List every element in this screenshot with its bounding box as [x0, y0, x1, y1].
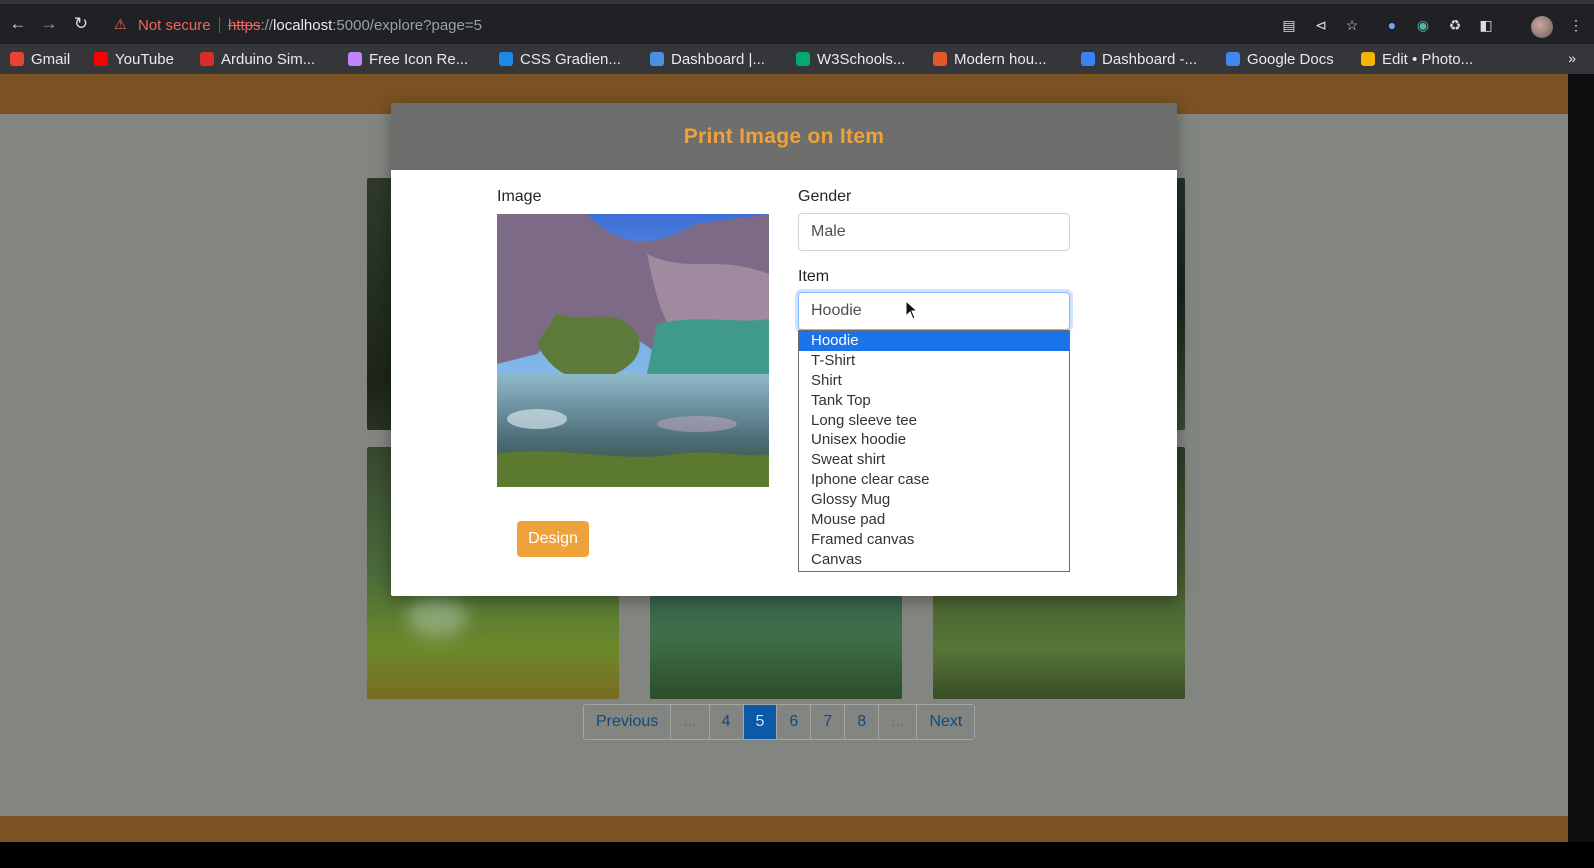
bookmark-label: W3Schools... — [817, 50, 906, 68]
item-label: Item — [798, 268, 830, 285]
extension-drop-icon[interactable]: ● — [1383, 16, 1401, 34]
bookmark-favicon-icon — [933, 52, 947, 66]
bookmark-label: CSS Gradien... — [520, 50, 621, 68]
side-panel-icon[interactable]: ◧ — [1477, 16, 1495, 34]
artwork-svg — [497, 214, 769, 487]
pagination-previous[interactable]: Previous — [584, 705, 672, 739]
bookmark-favicon-icon — [1226, 52, 1240, 66]
bookmark-favicon-icon — [499, 52, 513, 66]
bookmark-item[interactable]: Dashboard |... — [650, 48, 765, 70]
screen: ← → ↻ ⚠ Not secure https://localhost:500… — [0, 0, 1594, 868]
tab-search-icon[interactable]: ▤ — [1280, 16, 1298, 34]
pagination-page[interactable]: 8 — [845, 705, 880, 739]
url-rest: :5000/explore?page=5 — [332, 17, 482, 34]
item-option[interactable]: Mouse pad — [799, 510, 1069, 530]
item-option[interactable]: T-Shirt — [799, 351, 1069, 371]
bookmark-label: Dashboard -... — [1102, 50, 1198, 68]
address-separator — [219, 17, 220, 33]
pagination-page[interactable]: 4 — [709, 705, 744, 739]
waterfall-highlight — [407, 597, 467, 637]
bookmark-label: Arduino Sim... — [221, 50, 316, 68]
gender-field[interactable]: Male — [798, 213, 1070, 251]
page-scroll-gutter — [1568, 74, 1594, 842]
bookmark-label: Google Docs — [1247, 50, 1334, 68]
bookmark-favicon-icon — [650, 52, 664, 66]
menu-dots-icon[interactable]: ⋮ — [1567, 16, 1585, 34]
item-option[interactable]: Shirt — [799, 371, 1069, 391]
pagination-next[interactable]: Next — [917, 705, 975, 739]
modal-header: Print Image on Item — [391, 103, 1177, 170]
item-option[interactable]: Tank Top — [799, 391, 1069, 411]
bookmark-favicon-icon — [1081, 52, 1095, 66]
item-option[interactable]: Glossy Mug — [799, 490, 1069, 510]
selected-artwork-image — [497, 214, 769, 487]
mouse-cursor-icon — [905, 300, 919, 320]
reload-icon[interactable]: ↻ — [71, 14, 91, 34]
warning-triangle-icon: ⚠ — [114, 16, 127, 32]
explore-page: Previous... 4 5 6 7 8... Next Print Image on I… — [0, 74, 1568, 842]
pagination: Previous... 4 5 6 7 8... Next — [583, 704, 976, 740]
back-arrow-icon[interactable]: ← — [8, 14, 28, 34]
bookmark-favicon-icon — [796, 52, 810, 66]
bookmark-item[interactable]: Gmail — [10, 48, 70, 70]
forward-arrow-icon[interactable]: → — [39, 14, 59, 34]
bookmark-label: YouTube — [115, 50, 174, 68]
item-dropdown-list[interactable]: Hoodie T-Shirt Shirt Tank Top Long sleeve te… — [798, 330, 1070, 572]
site-footer-bar — [0, 816, 1568, 842]
gender-label: Gender — [798, 188, 852, 205]
item-select[interactable]: Hoodie — [798, 292, 1070, 330]
item-option[interactable]: Hoodie — [799, 331, 1069, 351]
bookmark-label: Edit • Photo... — [1382, 50, 1474, 68]
bookmark-item[interactable]: Dashboard -... — [1081, 48, 1197, 70]
item-option[interactable]: Unisex hoodie — [799, 430, 1069, 450]
item-option[interactable]: Framed canvas — [799, 530, 1069, 550]
image-label: Image — [497, 188, 542, 205]
bookmark-item[interactable]: Edit • Photo... — [1361, 48, 1473, 70]
extension-globe-icon[interactable]: ◉ — [1414, 16, 1432, 34]
pagination-page[interactable]: 6 — [777, 705, 812, 739]
bookmarks-bar: Gmail YouTube Arduino Sim... Free Icon Re..… — [0, 44, 1594, 74]
pagination-page[interactable]: 5 — [743, 705, 778, 739]
bookmark-favicon-icon — [94, 52, 108, 66]
bookmark-item[interactable]: CSS Gradien... — [499, 48, 621, 70]
bookmark-item[interactable]: W3Schools... — [796, 48, 905, 70]
bookmark-label: Dashboard |... — [671, 50, 765, 68]
bookmark-favicon-icon — [200, 52, 214, 66]
design-button[interactable]: Design — [517, 521, 589, 557]
url-scheme: https — [228, 17, 261, 34]
bookmark-favicon-icon — [10, 52, 24, 66]
bookmark-favicon-icon — [1361, 52, 1375, 66]
bookmark-label: Gmail — [31, 50, 71, 68]
profile-avatar[interactable] — [1531, 16, 1553, 38]
bookmark-item[interactable]: YouTube — [94, 48, 174, 70]
url-text: https://localhost:5000/explore?page=5 — [228, 17, 482, 34]
share-icon[interactable]: ⊲ — [1312, 16, 1330, 34]
item-option[interactable]: Canvas — [799, 550, 1069, 570]
bookmark-label: Free Icon Re... — [369, 50, 469, 68]
pagination-ellipsis: ... — [671, 705, 710, 739]
pagination-ellipsis: ... — [879, 705, 918, 739]
url-host: localhost — [273, 17, 333, 34]
bookmarks-overflow-chevron-icon[interactable]: » — [1568, 50, 1576, 66]
extensions-puzzle-icon[interactable]: ♻ — [1446, 16, 1464, 34]
item-option[interactable]: Long sleeve tee — [799, 411, 1069, 431]
bookmark-favicon-icon — [348, 52, 362, 66]
bookmark-item[interactable]: Google Docs — [1226, 48, 1334, 70]
pagination-page[interactable]: 7 — [811, 705, 846, 739]
bookmark-label: Modern hou... — [954, 50, 1047, 68]
item-option[interactable]: Sweat shirt — [799, 450, 1069, 470]
bookmark-star-icon[interactable]: ☆ — [1343, 16, 1361, 34]
address-bar[interactable]: ⚠ Not secure https://localhost:5000/expl… — [108, 10, 1374, 40]
bookmark-item[interactable]: Free Icon Re... — [348, 48, 468, 70]
browser-toolbar: ← → ↻ ⚠ Not secure https://localhost:500… — [0, 0, 1594, 44]
not-secure-label: Not secure — [138, 17, 211, 34]
modal-title: Print Image on Item — [683, 125, 885, 148]
item-option[interactable]: Iphone clear case — [799, 470, 1069, 490]
bookmark-item[interactable]: Modern hou... — [933, 48, 1047, 70]
bookmark-item[interactable]: Arduino Sim... — [200, 48, 315, 70]
